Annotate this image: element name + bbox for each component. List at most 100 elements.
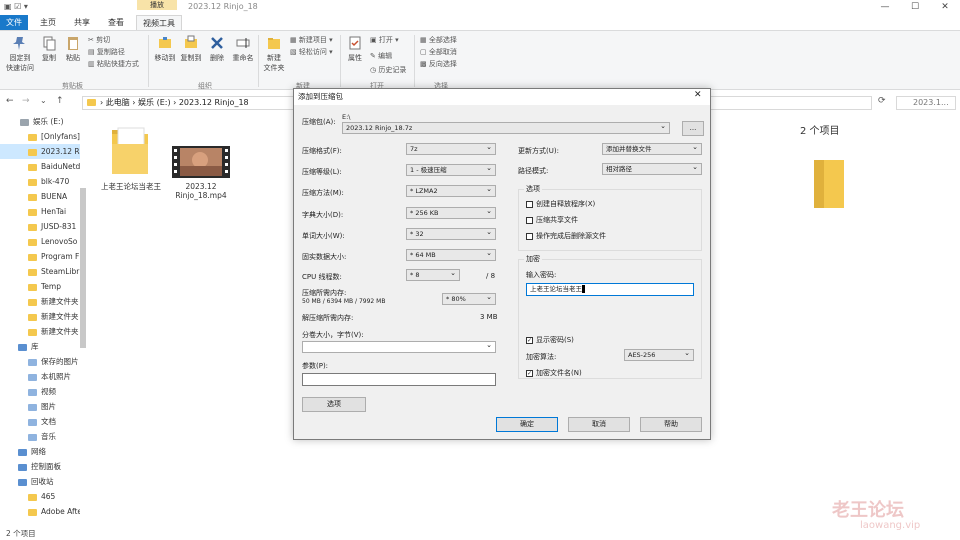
rename-button[interactable]: 重命名 — [230, 35, 256, 63]
select-none-button[interactable]: ▢ 全部取消 — [420, 47, 457, 57]
cpu-threads-combo[interactable]: * 8 — [406, 268, 460, 281]
sidebar-item[interactable]: LenovoSo — [0, 234, 80, 249]
sidebar-item[interactable]: 控制面板 — [0, 459, 80, 474]
sidebar-item[interactable]: blk-470 — [0, 174, 80, 189]
open-button[interactable]: ▣ 打开 ▾ — [370, 35, 399, 45]
parameters-input[interactable] — [302, 373, 496, 386]
file-item-folder[interactable] — [108, 124, 152, 176]
select-all-button[interactable]: ▦ 全部选择 — [420, 35, 457, 45]
update-mode-combo[interactable]: 添加并替换文件 — [602, 142, 702, 155]
copy-button[interactable]: 复制 — [38, 35, 60, 63]
move-to-button[interactable]: 移动到 — [152, 35, 178, 63]
close-button[interactable]: ✕ — [930, 0, 960, 15]
options-button[interactable]: 选项 — [302, 397, 366, 412]
copy-to-button[interactable]: 复制到 — [178, 35, 204, 63]
sidebar-item[interactable]: 娱乐 (E:) — [0, 114, 80, 129]
sidebar-item[interactable]: 回收站 — [0, 474, 80, 489]
sidebar-item[interactable]: 音乐 — [0, 429, 80, 444]
recent-locations-button[interactable]: ⌄ — [40, 96, 47, 105]
paste-shortcut-button[interactable]: ▥ 粘贴快捷方式 — [88, 59, 139, 69]
encrypt-filenames-checkbox[interactable]: ✓ 加密文件名(N) — [526, 368, 582, 378]
back-button[interactable]: ← — [6, 96, 14, 106]
sidebar-item[interactable]: BaiduNetd — [0, 159, 80, 174]
up-button[interactable]: ↑ — [56, 96, 64, 106]
sidebar-item[interactable]: Program F — [0, 249, 80, 264]
sidebar-item[interactable]: 2023.12 R — [0, 144, 80, 159]
archive-name-combo[interactable]: 2023.12 Rinjo_18.7z — [342, 121, 670, 134]
sidebar-item[interactable]: 库 — [0, 339, 80, 354]
minimize-button[interactable]: — — [870, 0, 900, 15]
format-combo[interactable]: 7z — [406, 142, 496, 155]
search-input[interactable]: 2023.1... — [896, 96, 956, 110]
folder-icon — [28, 508, 37, 516]
easy-access-button[interactable]: ▧ 轻松访问 ▾ — [290, 47, 333, 57]
tab-share[interactable]: 共享 — [68, 15, 96, 30]
sidebar-item[interactable]: HenTai — [0, 204, 80, 219]
maximize-button[interactable]: ☐ — [900, 0, 930, 15]
solid-block-combo[interactable]: * 64 MB — [406, 248, 496, 261]
help-button[interactable]: 帮助 — [640, 417, 702, 432]
sidebar-item[interactable]: 图片 — [0, 399, 80, 414]
sidebar-item[interactable]: Temp — [0, 279, 80, 294]
path-mode-combo[interactable]: 相对路径 — [602, 162, 702, 175]
split-size-combo[interactable] — [302, 340, 496, 353]
library-folder-icon — [28, 373, 37, 381]
memory-percent-combo[interactable]: * 80% — [442, 292, 496, 305]
sidebar-scrollbar[interactable] — [80, 188, 86, 348]
sidebar-item[interactable]: 视频 — [0, 384, 80, 399]
show-password-checkbox[interactable]: ✓ 显示密码(S) — [526, 335, 574, 345]
folder-icon — [28, 298, 37, 306]
edit-button[interactable]: ✎ 编辑 — [370, 51, 392, 61]
properties-button[interactable]: 属性 — [344, 35, 366, 63]
properties-icon — [349, 36, 361, 50]
sidebar-item[interactable]: Adobe After — [0, 504, 80, 519]
quick-access-toolbar[interactable]: ▣ ☑ ▾ — [4, 2, 44, 13]
sidebar-item[interactable]: JUSD-831 — [0, 219, 80, 234]
dictionary-combo[interactable]: * 256 KB — [406, 206, 496, 219]
sidebar-item[interactable]: 465 — [0, 489, 80, 504]
history-button[interactable]: ◷ 历史记录 — [370, 65, 406, 75]
cancel-button[interactable]: 取消 — [568, 417, 630, 432]
tab-view[interactable]: 查看 — [102, 15, 130, 30]
paste-button[interactable]: 粘贴 — [62, 35, 84, 63]
context-tab-play[interactable]: 播放 — [137, 0, 177, 10]
sidebar-item[interactable]: 新建文件夹 — [0, 309, 80, 324]
cpu-threads-max: / 8 — [486, 272, 496, 280]
sidebar-item[interactable]: [Onlyfans] — [0, 129, 80, 144]
new-item-button[interactable]: ▦ 新建项目 ▾ — [290, 35, 333, 45]
new-folder-button[interactable]: 新建 文件夹 — [262, 35, 286, 73]
encryption-method-combo[interactable]: AES-256 — [624, 348, 694, 361]
sidebar-item[interactable]: 新建文件夹 — [0, 324, 80, 339]
method-combo[interactable]: * LZMA2 — [406, 184, 496, 197]
delete-button[interactable]: 删除 — [206, 35, 228, 63]
file-item-video[interactable] — [172, 146, 230, 178]
level-combo[interactable]: 1 - 极速压缩 — [406, 163, 496, 176]
tab-video-tools[interactable]: 视频工具 — [136, 15, 182, 30]
browse-button[interactable]: ... — [682, 121, 704, 136]
sfx-checkbox[interactable]: 创建自释放程序(X) — [526, 199, 595, 209]
tab-file[interactable]: 文件 — [0, 15, 28, 30]
sidebar-item[interactable]: 文档 — [0, 414, 80, 429]
word-size-combo[interactable]: * 32 — [406, 227, 496, 240]
password-input[interactable]: 上老王论坛当老王 — [526, 283, 694, 296]
invert-selection-button[interactable]: ▩ 反向选择 — [420, 59, 457, 69]
decompress-memory-label: 解压缩所需内存: — [302, 314, 354, 322]
sidebar-item[interactable]: 本机照片 — [0, 369, 80, 384]
dialog-title: 添加到压缩包 — [294, 89, 710, 105]
folder-icon — [28, 148, 37, 156]
sidebar-item[interactable]: 保存的图片 — [0, 354, 80, 369]
sidebar-item[interactable]: 网络 — [0, 444, 80, 459]
forward-button[interactable]: → — [22, 96, 30, 106]
refresh-button[interactable]: ⟳ — [878, 96, 886, 106]
sidebar-item[interactable]: 新建文件夹 — [0, 294, 80, 309]
shared-files-checkbox[interactable]: 压缩共享文件 — [526, 215, 578, 225]
sidebar-item[interactable]: SteamLibr — [0, 264, 80, 279]
dialog-close-button[interactable]: ✕ — [694, 90, 702, 100]
tab-home[interactable]: 主页 — [34, 15, 62, 30]
pin-quick-access-button[interactable]: 固定到 快速访问 — [4, 35, 36, 73]
delete-after-checkbox[interactable]: 操作完成后删除源文件 — [526, 231, 606, 241]
copy-path-button[interactable]: ▤ 复制路径 — [88, 47, 125, 57]
ok-button[interactable]: 确定 — [496, 417, 558, 432]
cut-button[interactable]: ✂ 剪切 — [88, 35, 110, 45]
sidebar-item[interactable]: BUENA — [0, 189, 80, 204]
